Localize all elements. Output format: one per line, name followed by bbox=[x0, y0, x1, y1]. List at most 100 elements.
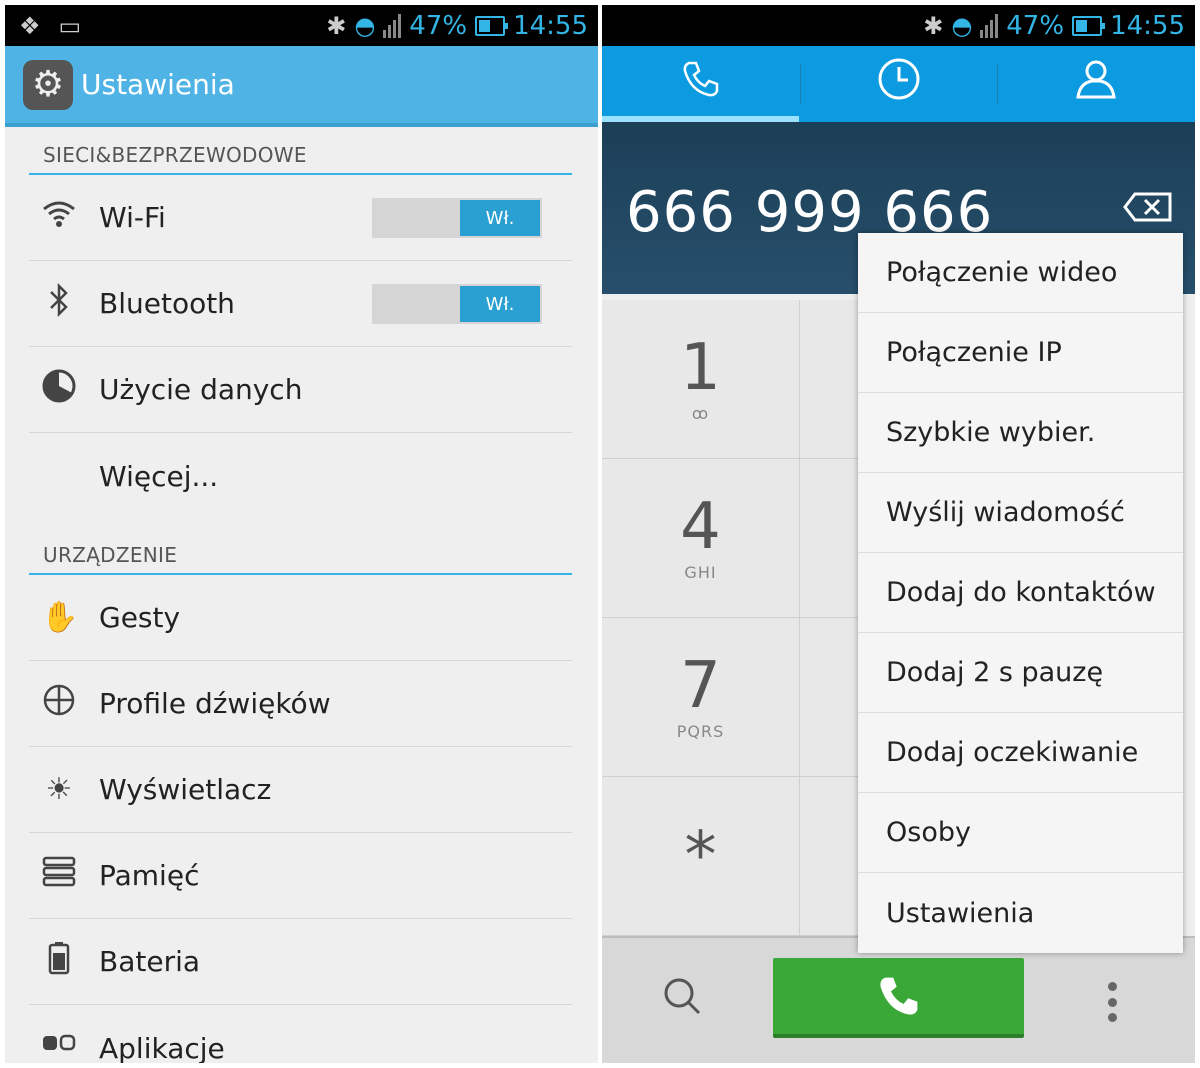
settings-item-bluetooth[interactable]: Bluetooth Wł. bbox=[29, 261, 572, 347]
menu-item-add-wait[interactable]: Dodaj oczekiwanie bbox=[858, 713, 1183, 793]
settings-item-wifi[interactable]: Wi-Fi Wł. bbox=[29, 175, 572, 261]
page-title: Ustawienia bbox=[81, 68, 235, 101]
key-digit: * bbox=[684, 819, 717, 893]
sound-profile-icon bbox=[41, 683, 77, 725]
menu-item-label: Połączenie IP bbox=[886, 337, 1062, 368]
settings-item-label: Aplikacje bbox=[99, 1031, 225, 1064]
apps-icon bbox=[41, 1031, 77, 1064]
clock: 14:55 bbox=[513, 10, 588, 41]
settings-item-sound-profiles[interactable]: Profile dźwięków bbox=[29, 661, 572, 747]
tab-recent[interactable] bbox=[799, 46, 998, 122]
settings-item-label: Użycie danych bbox=[99, 373, 303, 406]
image-notification-icon: ▭ bbox=[58, 11, 82, 40]
section-header-network: SIECI&BEZPRZEWODOWE bbox=[29, 127, 572, 175]
settings-gear-icon[interactable]: ⚙ bbox=[23, 59, 73, 110]
settings-screen: ❖ ▭ ✱ ◓ 47% 14:55 ⚙ Ustawienia SIECI&BEZ… bbox=[5, 5, 598, 1063]
bluetooth-icon bbox=[41, 282, 77, 325]
section-header-device: URZĄDZENIE bbox=[29, 519, 572, 575]
menu-item-ip-call[interactable]: Połączenie IP bbox=[858, 313, 1183, 393]
tab-phone[interactable] bbox=[602, 46, 800, 122]
menu-item-label: Połączenie wideo bbox=[886, 257, 1118, 288]
status-bar: ❖ ▭ ✱ ◓ 47% 14:55 bbox=[5, 5, 598, 46]
settings-item-label: Wi-Fi bbox=[99, 201, 166, 234]
dialer-bottom-bar bbox=[602, 936, 1195, 1063]
search-icon[interactable] bbox=[662, 976, 702, 1016]
wifi-toggle[interactable]: Wł. bbox=[372, 198, 542, 238]
menu-item-label: Ustawienia bbox=[886, 897, 1035, 929]
wifi-icon bbox=[41, 199, 77, 237]
battery-percent: 47% bbox=[1006, 10, 1065, 41]
key-digit: 1 bbox=[680, 330, 721, 405]
section-label: SIECI&BEZPRZEWODOWE bbox=[43, 143, 307, 167]
battery-status-icon bbox=[475, 15, 509, 36]
menu-item-speed-dial[interactable]: Szybkie wybier. bbox=[858, 393, 1183, 473]
section-label: URZĄDZENIE bbox=[43, 543, 178, 567]
hand-icon: ✋ bbox=[41, 600, 79, 635]
backspace-icon[interactable] bbox=[1123, 192, 1173, 222]
key-8-partial[interactable] bbox=[800, 618, 860, 777]
bluetooth-toggle[interactable]: Wł. bbox=[372, 284, 542, 324]
key-1[interactable]: 1 ꝏ bbox=[602, 300, 800, 459]
settings-item-more[interactable]: Więcej... bbox=[29, 433, 572, 519]
key-7[interactable]: 7 PQRS bbox=[602, 618, 800, 777]
toggle-on-label: Wł. bbox=[460, 200, 540, 236]
menu-item-label: Dodaj 2 s pauzę bbox=[886, 657, 1104, 688]
bluetooth-status-icon: ✱ bbox=[923, 11, 944, 40]
menu-item-label: Osoby bbox=[886, 817, 971, 848]
wifi-status-icon: ◓ bbox=[951, 11, 973, 40]
key-0-partial[interactable] bbox=[800, 777, 860, 936]
settings-item-gestures[interactable]: ✋ Gesty bbox=[29, 575, 572, 661]
settings-item-label: Profile dźwięków bbox=[99, 687, 331, 720]
menu-item-video-call[interactable]: Połączenie wideo bbox=[858, 233, 1183, 313]
settings-item-label: Pamięć bbox=[99, 859, 200, 892]
signal-icon bbox=[383, 13, 402, 38]
menu-item-label: Wyślij wiadomość bbox=[886, 497, 1125, 528]
key-letters: PQRS bbox=[676, 721, 725, 741]
settings-action-bar: ⚙ Ustawienia bbox=[5, 46, 598, 127]
key-4[interactable]: 4 GHI bbox=[602, 459, 800, 618]
key-2-partial[interactable] bbox=[800, 300, 860, 459]
key-letters: GHI bbox=[684, 562, 717, 582]
signal-icon bbox=[980, 13, 999, 38]
settings-item-label: Bluetooth bbox=[99, 287, 235, 320]
menu-item-people[interactable]: Osoby bbox=[858, 793, 1183, 873]
dialer-screen: ✱ ◓ 47% 14:55 666 999 666 1 ꝏ 4 GHI 7 PQ… bbox=[602, 5, 1195, 1063]
phone-call-icon bbox=[879, 977, 917, 1015]
storage-icon bbox=[41, 856, 77, 896]
key-digit: 7 bbox=[680, 648, 721, 723]
menu-item-add-pause[interactable]: Dodaj 2 s pauzę bbox=[858, 633, 1183, 713]
settings-item-label: Bateria bbox=[99, 945, 201, 978]
brightness-icon: ☀ bbox=[45, 772, 73, 807]
settings-item-label: Gesty bbox=[99, 601, 181, 634]
wifi-status-icon: ◓ bbox=[354, 11, 376, 40]
settings-item-battery[interactable]: Bateria bbox=[29, 919, 572, 1005]
toggle-on-label: Wł. bbox=[460, 286, 540, 322]
key-5-partial[interactable] bbox=[800, 459, 860, 618]
voicemail-icon: ꝏ bbox=[691, 403, 710, 423]
overflow-menu-icon[interactable] bbox=[1102, 982, 1122, 1022]
menu-item-send-message[interactable]: Wyślij wiadomość bbox=[858, 473, 1183, 553]
menu-item-label: Dodaj do kontaktów bbox=[886, 577, 1156, 608]
settings-item-storage[interactable]: Pamięć bbox=[29, 833, 572, 919]
settings-item-display[interactable]: ☀ Wyświetlacz bbox=[29, 747, 572, 833]
menu-item-label: Dodaj oczekiwanie bbox=[886, 737, 1139, 768]
key-star[interactable]: * bbox=[602, 777, 800, 936]
menu-item-label: Szybkie wybier. bbox=[886, 417, 1096, 448]
overflow-menu: Połączenie wideo Połączenie IP Szybkie w… bbox=[858, 233, 1183, 953]
status-bar: ✱ ◓ 47% 14:55 bbox=[602, 5, 1195, 46]
battery-icon bbox=[41, 941, 77, 983]
call-button[interactable] bbox=[773, 958, 1024, 1038]
menu-item-settings[interactable]: Ustawienia bbox=[858, 873, 1183, 953]
tab-contacts[interactable] bbox=[997, 46, 1195, 122]
clock-icon bbox=[877, 57, 921, 111]
settings-item-data-usage[interactable]: Użycie danych bbox=[29, 347, 572, 433]
settings-item-label: Więcej... bbox=[99, 459, 219, 493]
settings-item-apps[interactable]: Aplikacje bbox=[29, 1005, 572, 1063]
menu-item-add-contact[interactable]: Dodaj do kontaktów bbox=[858, 553, 1183, 633]
dropbox-icon: ❖ bbox=[19, 11, 41, 40]
battery-status-icon bbox=[1072, 15, 1106, 36]
dialer-tabs bbox=[602, 46, 1195, 122]
phone-icon bbox=[681, 59, 721, 109]
bluetooth-status-icon: ✱ bbox=[326, 11, 347, 40]
person-icon bbox=[1074, 57, 1118, 111]
